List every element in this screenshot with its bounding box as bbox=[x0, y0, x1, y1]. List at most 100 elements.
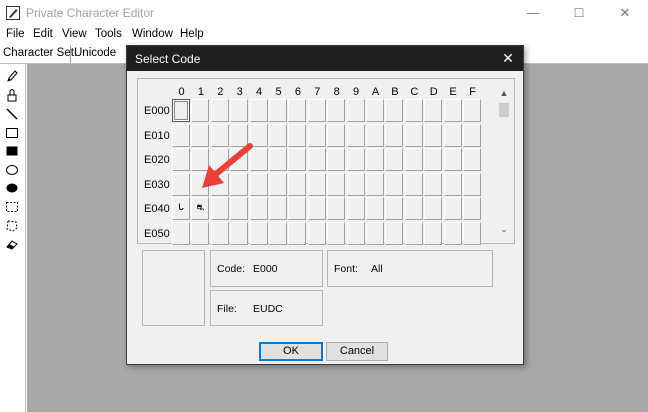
code-cell[interactable] bbox=[269, 197, 287, 220]
rectangular-selection-icon[interactable] bbox=[4, 199, 20, 215]
code-cell[interactable] bbox=[443, 172, 462, 196]
code-cell[interactable] bbox=[346, 99, 365, 122]
freeform-selection-icon[interactable] bbox=[4, 218, 20, 234]
code-cell[interactable] bbox=[172, 148, 190, 171]
code-cell[interactable] bbox=[288, 123, 307, 147]
code-cell[interactable] bbox=[443, 148, 462, 171]
code-cell[interactable] bbox=[404, 99, 423, 122]
code-cell[interactable] bbox=[307, 221, 326, 245]
code-cell[interactable] bbox=[269, 99, 287, 122]
code-cell[interactable] bbox=[404, 148, 423, 171]
code-cell[interactable] bbox=[307, 148, 326, 171]
code-cell[interactable] bbox=[366, 148, 384, 171]
code-cell[interactable] bbox=[346, 123, 365, 147]
code-cell[interactable] bbox=[172, 123, 190, 147]
code-cell[interactable] bbox=[366, 221, 384, 245]
code-cell[interactable] bbox=[172, 172, 190, 196]
menu-tools[interactable]: Tools bbox=[95, 28, 122, 40]
maximize-button[interactable]: ☐ bbox=[556, 0, 602, 26]
code-cell[interactable] bbox=[385, 197, 404, 220]
scroll-up-button[interactable]: ▲ bbox=[496, 85, 512, 101]
code-cell[interactable] bbox=[385, 123, 404, 147]
hollow-rectangle-icon[interactable] bbox=[4, 125, 20, 141]
code-cell[interactable] bbox=[404, 197, 423, 220]
code-cell[interactable] bbox=[443, 197, 462, 220]
code-cell[interactable] bbox=[385, 148, 404, 171]
code-cell[interactable] bbox=[463, 172, 481, 196]
menu-window[interactable]: Window bbox=[132, 28, 173, 40]
menu-view[interactable]: View bbox=[62, 28, 87, 40]
code-cell[interactable] bbox=[249, 99, 268, 122]
grid-scrollbar[interactable]: ▲ ⌄ bbox=[496, 85, 512, 237]
code-cell[interactable] bbox=[443, 221, 462, 245]
code-cell[interactable] bbox=[463, 197, 481, 220]
code-cell[interactable] bbox=[249, 221, 268, 245]
code-cell[interactable] bbox=[327, 148, 346, 171]
code-cell[interactable] bbox=[230, 197, 249, 220]
filled-ellipse-icon[interactable] bbox=[4, 180, 20, 196]
code-cell[interactable] bbox=[172, 221, 190, 245]
code-cell[interactable] bbox=[404, 221, 423, 245]
hollow-ellipse-icon[interactable] bbox=[4, 162, 20, 178]
code-cell[interactable] bbox=[269, 123, 287, 147]
eraser-icon[interactable] bbox=[4, 236, 20, 252]
code-cell[interactable] bbox=[463, 221, 481, 245]
code-cell[interactable] bbox=[307, 172, 326, 196]
menu-edit[interactable]: Edit bbox=[33, 28, 53, 40]
code-cell[interactable] bbox=[346, 172, 365, 196]
code-cell[interactable] bbox=[230, 99, 249, 122]
code-cell[interactable] bbox=[307, 123, 326, 147]
code-cell[interactable] bbox=[269, 148, 287, 171]
code-cell[interactable] bbox=[463, 148, 481, 171]
scroll-thumb[interactable] bbox=[499, 103, 509, 117]
code-cell[interactable] bbox=[288, 148, 307, 171]
code-cell[interactable]: ᒐ bbox=[172, 197, 190, 220]
code-cell[interactable] bbox=[385, 221, 404, 245]
code-cell[interactable] bbox=[210, 99, 229, 122]
code-cell[interactable] bbox=[424, 123, 443, 147]
code-cell[interactable] bbox=[424, 197, 443, 220]
code-cell[interactable] bbox=[307, 197, 326, 220]
code-cell[interactable] bbox=[307, 99, 326, 122]
code-cell[interactable] bbox=[191, 221, 210, 245]
code-cell[interactable] bbox=[385, 99, 404, 122]
code-cell[interactable] bbox=[191, 99, 210, 122]
filled-rectangle-icon[interactable] bbox=[4, 143, 20, 159]
code-cell[interactable] bbox=[288, 172, 307, 196]
code-cell[interactable] bbox=[443, 99, 462, 122]
code-cell[interactable] bbox=[230, 221, 249, 245]
code-cell[interactable] bbox=[346, 221, 365, 245]
code-cell[interactable]: ⛐ bbox=[191, 197, 210, 220]
code-cell[interactable] bbox=[249, 197, 268, 220]
brush-icon[interactable] bbox=[4, 87, 20, 103]
code-cell[interactable] bbox=[424, 172, 443, 196]
code-cell[interactable] bbox=[404, 172, 423, 196]
code-cell[interactable] bbox=[327, 197, 346, 220]
code-cell[interactable] bbox=[424, 148, 443, 171]
code-cell[interactable] bbox=[366, 172, 384, 196]
code-cell[interactable] bbox=[424, 221, 443, 245]
code-cell[interactable] bbox=[327, 123, 346, 147]
menu-help[interactable]: Help bbox=[180, 28, 204, 40]
code-cell[interactable] bbox=[269, 221, 287, 245]
line-icon[interactable] bbox=[4, 106, 20, 122]
code-cell[interactable] bbox=[288, 221, 307, 245]
code-cell[interactable] bbox=[172, 99, 190, 122]
code-cell[interactable] bbox=[366, 197, 384, 220]
dialog-close-button[interactable]: ✕ bbox=[497, 48, 519, 68]
close-button[interactable]: ✕ bbox=[602, 0, 648, 26]
code-cell[interactable] bbox=[463, 123, 481, 147]
code-cell[interactable] bbox=[346, 148, 365, 171]
code-cell[interactable] bbox=[385, 172, 404, 196]
code-cell[interactable] bbox=[366, 123, 384, 147]
code-cell[interactable] bbox=[210, 197, 229, 220]
ok-button[interactable]: OK bbox=[259, 342, 323, 361]
code-cell[interactable] bbox=[346, 197, 365, 220]
code-cell[interactable] bbox=[269, 172, 287, 196]
code-cell[interactable] bbox=[327, 172, 346, 196]
code-cell[interactable] bbox=[463, 99, 481, 122]
code-cell[interactable] bbox=[327, 221, 346, 245]
code-cell[interactable] bbox=[288, 99, 307, 122]
code-cell[interactable] bbox=[443, 123, 462, 147]
code-cell[interactable] bbox=[424, 99, 443, 122]
